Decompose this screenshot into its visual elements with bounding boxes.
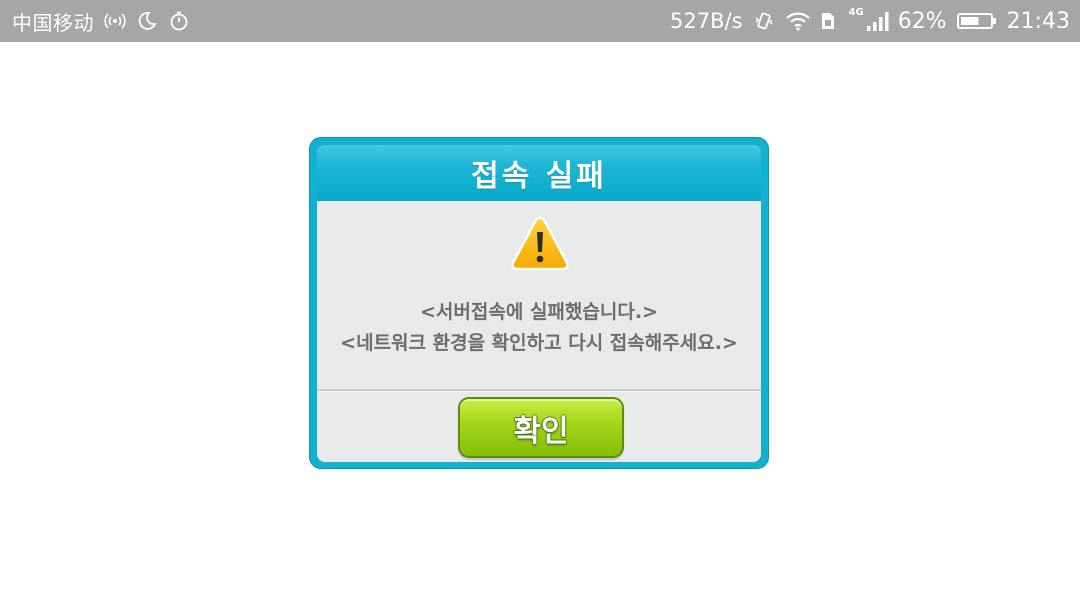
nfc-signal-icon bbox=[104, 10, 126, 32]
battery-percent: 62% bbox=[897, 8, 947, 34]
network-type-label: 4G bbox=[848, 7, 864, 18]
error-message-line1: <서버접속에 실패했습니다.> bbox=[420, 301, 658, 323]
wifi-icon bbox=[785, 10, 810, 32]
sim-icon bbox=[817, 10, 839, 32]
net-speed: 527B/s bbox=[670, 9, 743, 33]
carrier-name: 中国移动 bbox=[12, 10, 94, 35]
cell-signal: 4G bbox=[848, 7, 889, 32]
ok-button-label: 확인 bbox=[513, 413, 569, 449]
vibrate-icon bbox=[753, 10, 775, 32]
cell-signal-icon bbox=[866, 10, 889, 32]
dialog-divider bbox=[317, 389, 761, 392]
moon-icon bbox=[136, 10, 158, 32]
connection-failed-dialog: 접속 실패 <서버접속에 실패했습니다.> <네트워크 환경을 확인하고 다시 … bbox=[309, 137, 769, 469]
clock: 21:43 bbox=[1006, 8, 1070, 34]
timer-icon bbox=[168, 10, 190, 32]
warning-icon bbox=[511, 216, 569, 271]
dialog-header: 접속 실패 bbox=[317, 145, 761, 201]
status-bar-right: 527B/s 4G 62% 21:43 bbox=[670, 0, 1070, 42]
error-message-line2: <네트워크 환경을 확인하고 다시 접속해주세요.> bbox=[340, 332, 738, 354]
status-bar-left: 中国移动 bbox=[12, 0, 190, 42]
battery-icon bbox=[956, 10, 997, 32]
dialog-body: <서버접속에 실패했습니다.> <네트워크 환경을 확인하고 다시 접속해주세요… bbox=[317, 201, 761, 462]
dialog-title: 접속 실패 bbox=[471, 159, 607, 194]
ok-button[interactable]: 확인 bbox=[458, 397, 624, 458]
status-bar: 中国移动 527B/s 4G 62% 21:43 bbox=[0, 0, 1080, 42]
